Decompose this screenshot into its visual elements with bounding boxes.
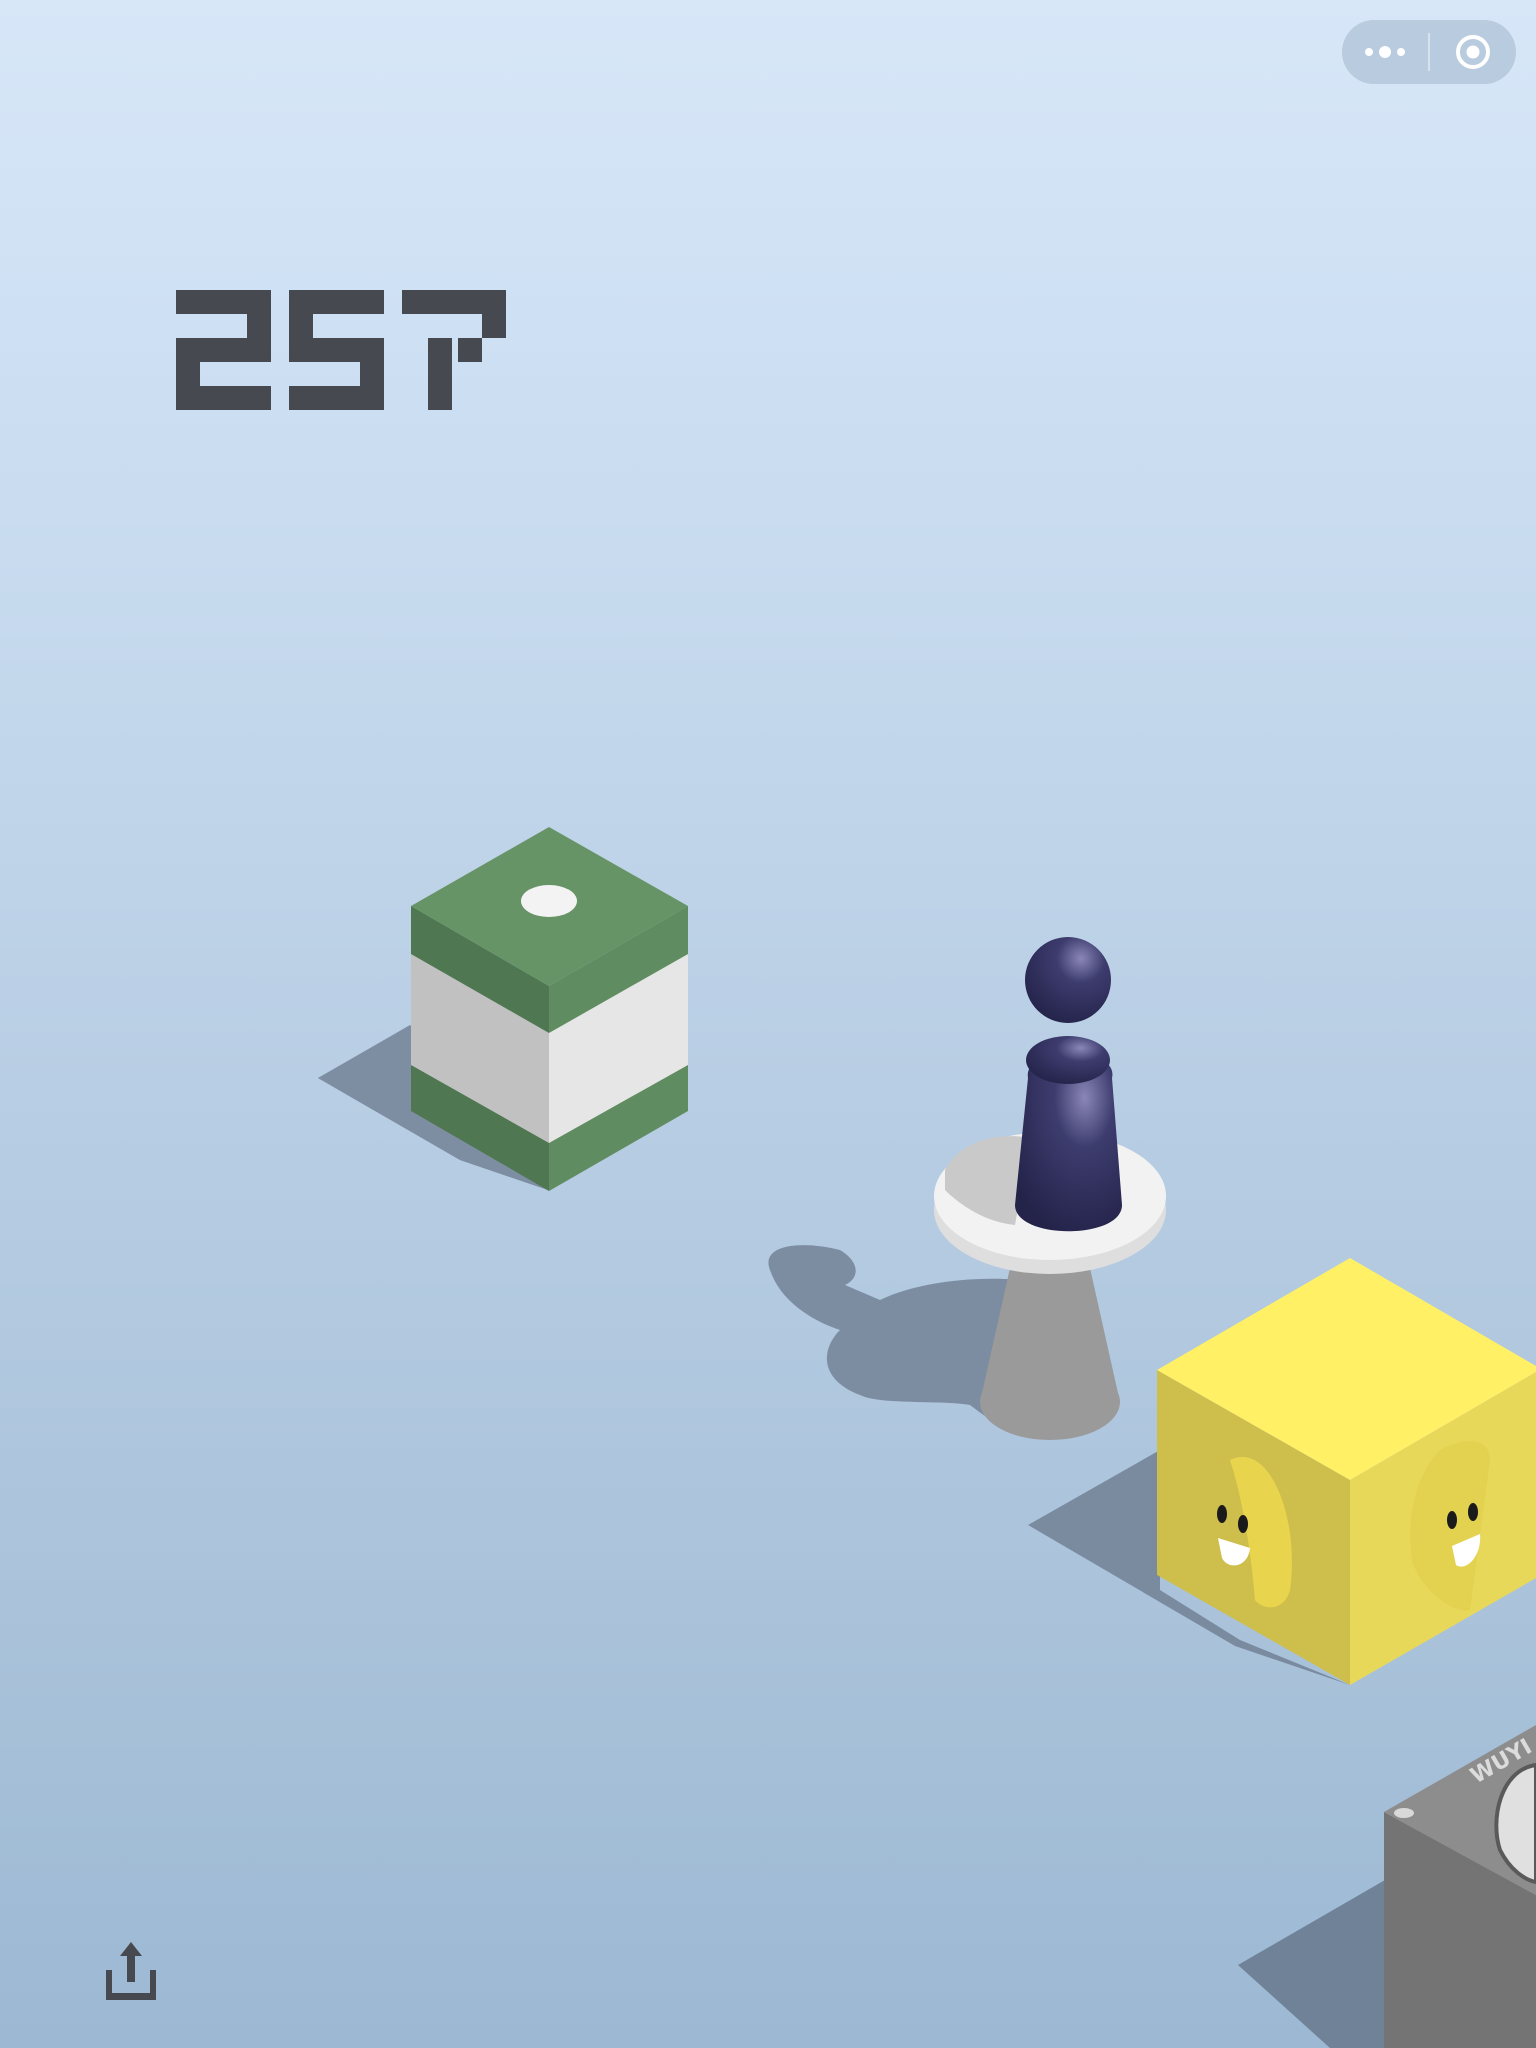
green-block-dot [521,885,577,917]
yellow-smiley-block [1157,1258,1536,1685]
share-upload-icon [106,1942,156,2000]
gray-block-shadow [1238,1880,1385,2048]
gray-record-block: WUYI [1384,1725,1536,2048]
player-piece [1015,937,1122,1232]
player-head [1025,937,1111,1023]
game-scene: WUYI [318,827,1536,2048]
share-button[interactable] [96,1936,166,2006]
